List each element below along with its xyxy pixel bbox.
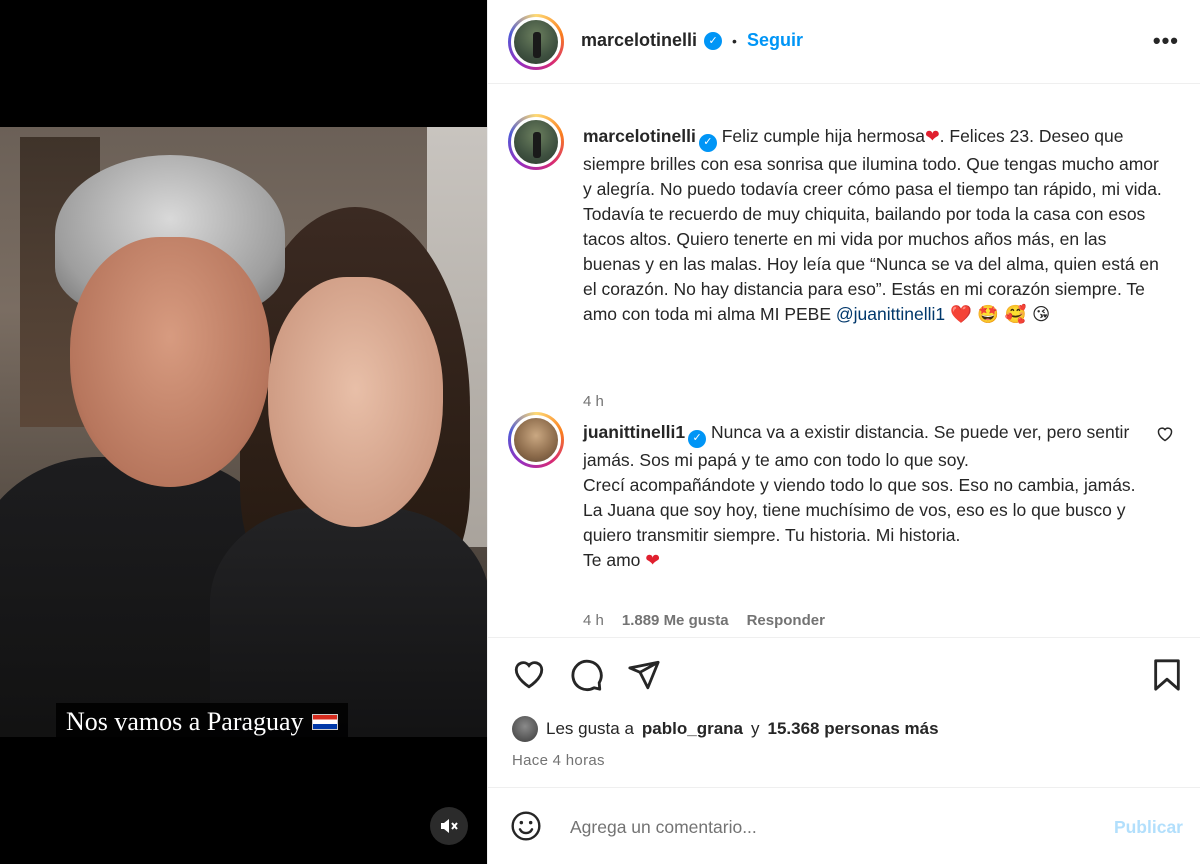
- comment-line-2: Crecí acompañándote y viendo todo lo que…: [583, 474, 1136, 495]
- likes-count[interactable]: 15.368 personas más: [768, 719, 939, 739]
- more-options-icon[interactable]: •••: [1153, 28, 1179, 54]
- reply-button[interactable]: Responder: [747, 612, 825, 629]
- speaker-muted-icon: [441, 819, 458, 833]
- comment-text: juanittinelli1 ✓ Nunca va a existir dista…: [583, 420, 1163, 574]
- comment-composer: Agrega un comentario... Publicar: [488, 787, 1200, 864]
- author-username[interactable]: marcelotinelli: [581, 30, 697, 51]
- post-side-panel: marcelotinelli ✓ • Seguir ••• marcelotin…: [487, 0, 1200, 864]
- comments-list: marcelotinelli ✓ Feliz cumple hija hermos…: [488, 85, 1200, 637]
- liker-username[interactable]: pablo_grana: [642, 719, 743, 739]
- likes-mid: y: [751, 719, 760, 738]
- post-media[interactable]: Nos vamos a Paraguay: [0, 0, 487, 864]
- author-avatar[interactable]: [508, 14, 564, 70]
- emoji-picker-icon[interactable]: [510, 810, 542, 842]
- verified-badge-icon: ✓: [688, 429, 707, 448]
- mute-toggle-button[interactable]: [430, 807, 468, 845]
- like-heart-icon[interactable]: [512, 658, 546, 690]
- commenter-username[interactable]: juanittinelli1: [583, 422, 685, 442]
- comment-likes-count[interactable]: 1.889 Me gusta: [622, 612, 729, 629]
- red-heart-icon: ❤: [924, 127, 940, 147]
- paraguay-flag-icon: [311, 714, 338, 730]
- separator-dot: •: [732, 32, 737, 49]
- post-actions: Les gusta a pablo_grana y 15.368 persona…: [488, 637, 1200, 787]
- publish-button[interactable]: Publicar: [1114, 817, 1183, 838]
- comment-line-3: La Juana que soy hoy, tiene muchísimo de…: [583, 499, 1126, 545]
- share-send-icon[interactable]: [627, 658, 661, 692]
- mention-link[interactable]: @juanittinelli1: [836, 304, 945, 324]
- comment-meta: 4 h 1.889 Me gusta Responder: [583, 612, 825, 629]
- comment-input[interactable]: Agrega un comentario...: [570, 817, 757, 838]
- caption-emoji: ❤️ 🤩 🥰 😘: [949, 304, 1051, 325]
- likes-summary: Les gusta a pablo_grana y 15.368 persona…: [512, 716, 939, 742]
- post-photo: [0, 127, 487, 737]
- caption-body-start: Feliz cumple hija hermosa: [721, 126, 925, 146]
- comment-time: 4 h: [583, 612, 604, 629]
- post-timestamp[interactable]: Hace 4 horas: [512, 752, 605, 769]
- caption-username[interactable]: marcelotinelli: [583, 126, 696, 146]
- caption-body: . Felices 23. Deseo que siempre brilles …: [583, 126, 1162, 324]
- verified-badge-icon: ✓: [698, 133, 717, 152]
- save-bookmark-icon[interactable]: [1152, 658, 1182, 692]
- red-heart-icon: ❤: [645, 550, 660, 571]
- caption-time: 4 h: [583, 393, 604, 410]
- follow-button[interactable]: Seguir: [747, 30, 803, 51]
- caption-author-avatar[interactable]: [508, 114, 564, 170]
- caption-meta: 4 h: [583, 393, 604, 410]
- likes-prefix: Les gusta a: [546, 719, 634, 738]
- post-header: marcelotinelli ✓ • Seguir •••: [488, 0, 1200, 84]
- comment-like-heart-icon[interactable]: [1156, 426, 1174, 442]
- comment-bubble-icon[interactable]: [570, 658, 604, 692]
- verified-badge-icon: ✓: [704, 31, 723, 50]
- commenter-avatar[interactable]: [508, 412, 564, 468]
- caption-text: marcelotinelli ✓ Feliz cumple hija hermos…: [583, 124, 1163, 328]
- overlay-text: Nos vamos a Paraguay: [66, 707, 304, 736]
- liker-avatar[interactable]: [512, 716, 538, 742]
- media-overlay-caption: Nos vamos a Paraguay: [56, 703, 348, 741]
- comment-line-4: Te amo: [583, 549, 641, 570]
